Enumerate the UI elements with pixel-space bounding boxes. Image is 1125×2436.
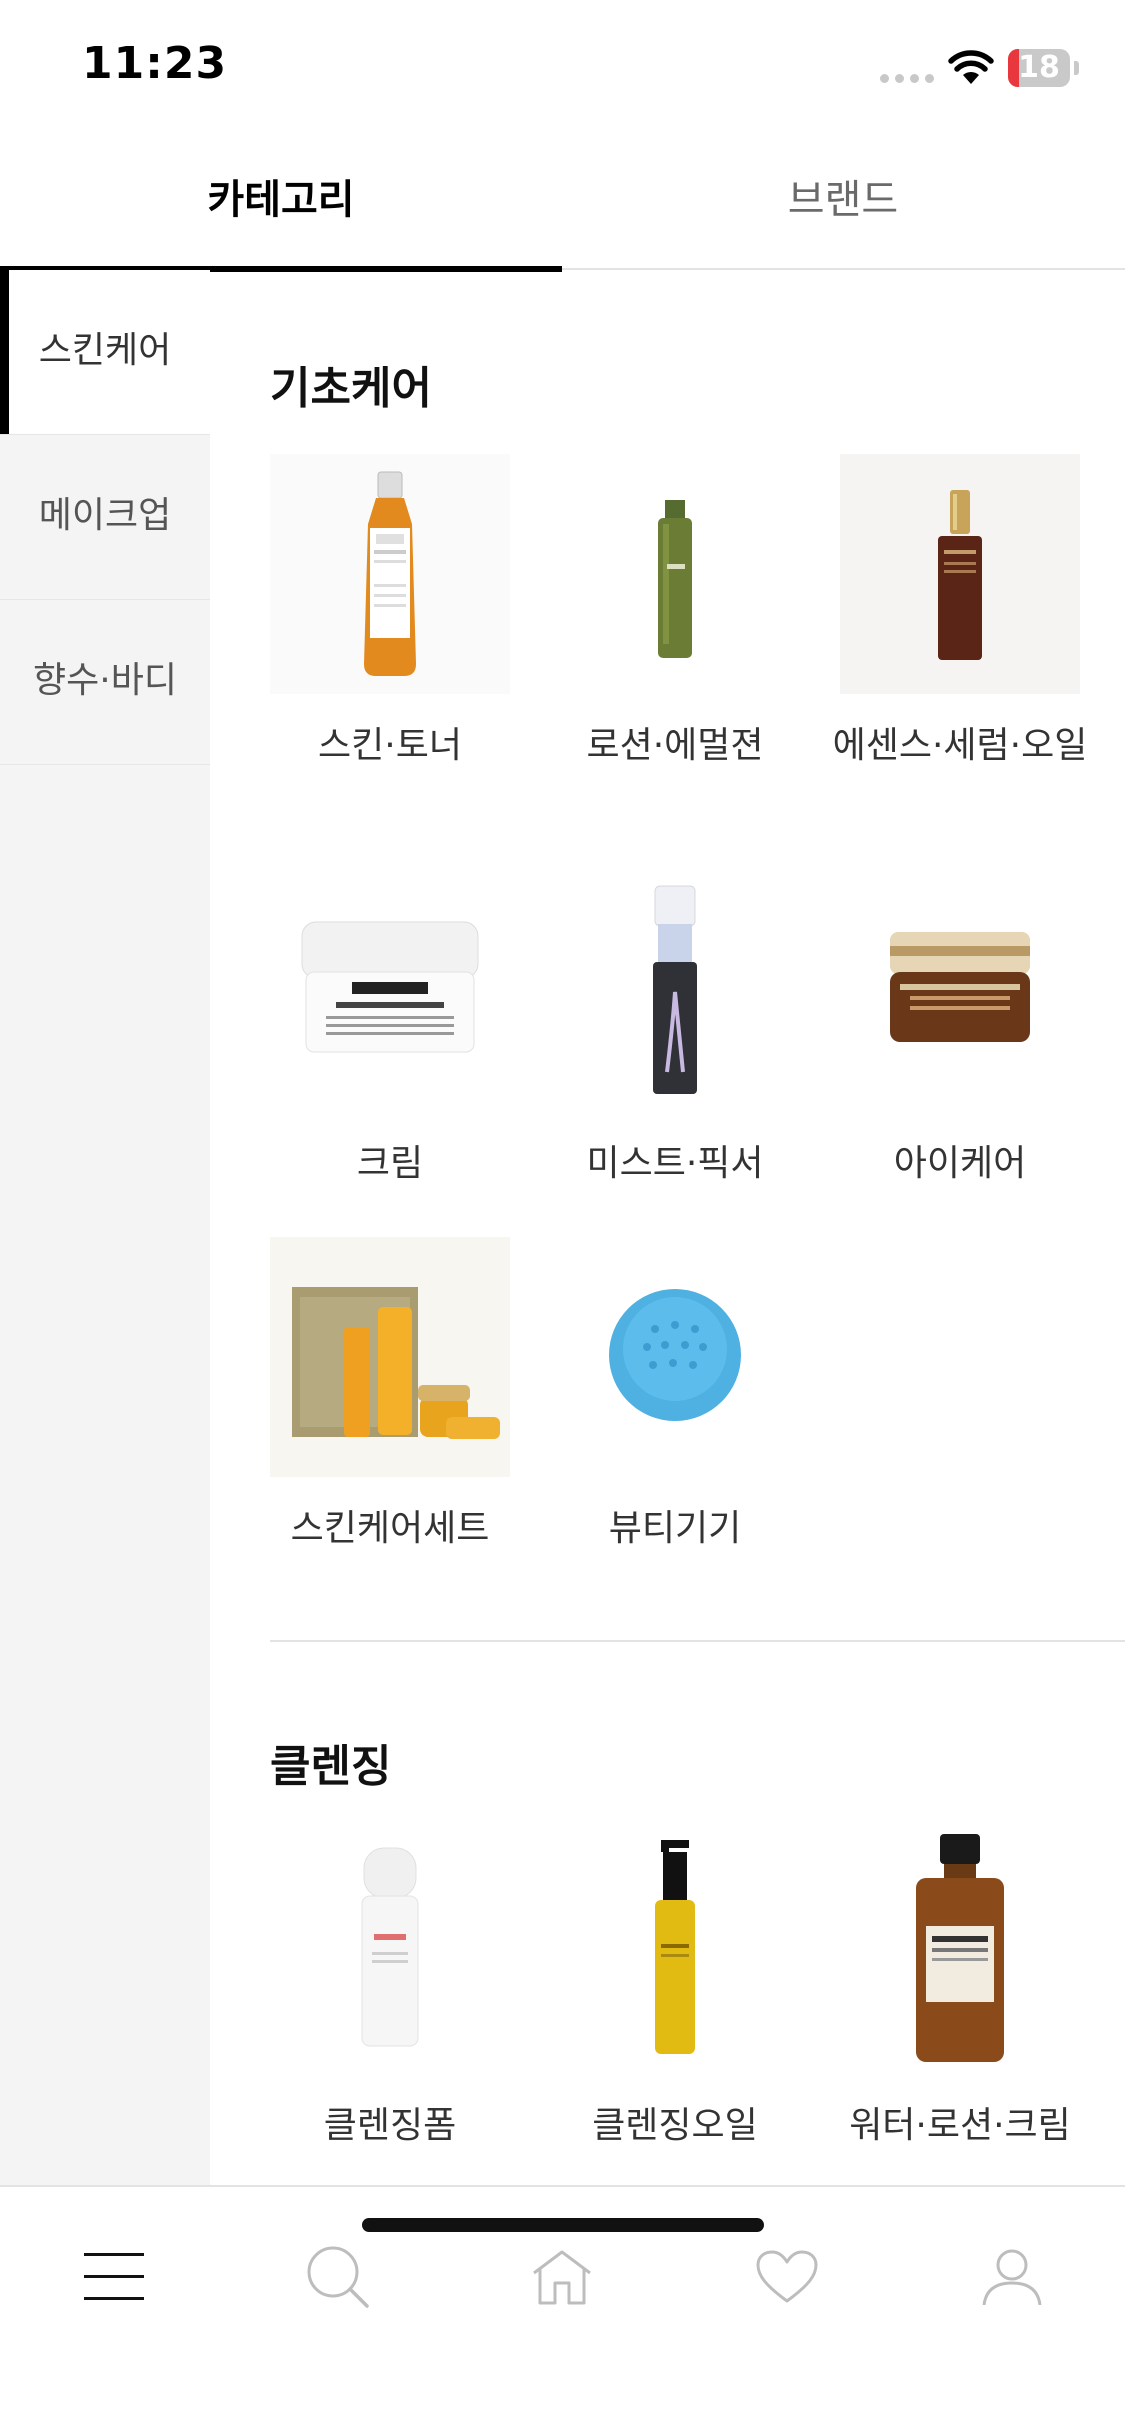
sidebar-item-perfume-body[interactable]: 향수·바디 [0, 600, 210, 765]
serum-bottle-image [840, 454, 1080, 694]
sidebar-item-skincare[interactable]: 스킨케어 [0, 270, 210, 435]
tab-category[interactable]: 카테고리 [0, 135, 562, 272]
category-label: 로션·에멀젼 [586, 725, 764, 766]
person-icon [982, 2249, 1042, 2306]
category-item-lotion[interactable]: 로션·에멀젼 [535, 454, 815, 774]
category-label: 클렌징오일 [592, 2105, 758, 2146]
status-time: 11:23 [82, 38, 228, 89]
heart-icon [756, 2250, 818, 2303]
category-content: 기초케어 스킨·토너 로션·에멀젼 에센스·세럼·오일 크림 미스트·픽서 아이… [210, 272, 1125, 2185]
nav-menu-button[interactable] [64, 2227, 164, 2327]
cellular-signal-icon [880, 74, 934, 83]
battery-icon: 18 [1008, 49, 1070, 87]
mist-spray-image [555, 872, 795, 1112]
beauty-device-image [555, 1237, 795, 1477]
nav-wishlist-button[interactable] [737, 2227, 837, 2327]
category-item-essence[interactable]: 에센스·세럼·오일 [820, 454, 1100, 774]
nav-home-button[interactable] [512, 2227, 612, 2327]
lotion-bottle-image [555, 454, 795, 694]
eye-cream-jar-image [840, 872, 1080, 1112]
category-label: 에센스·세럼·오일 [832, 725, 1088, 766]
skincare-set-image [270, 1237, 510, 1477]
cream-jar-image [270, 872, 510, 1112]
category-label: 스킨케어세트 [290, 1508, 490, 1549]
category-item-cream[interactable]: 크림 [250, 872, 530, 1192]
wifi-icon [948, 50, 994, 84]
cleansing-water-image [840, 1834, 1080, 2074]
home-icon [533, 2250, 591, 2305]
battery-cap [1074, 61, 1079, 75]
category-label: 미스트·픽서 [586, 1143, 764, 1184]
cleansing-foam-image [270, 1834, 510, 2074]
category-label: 크림 [356, 1143, 424, 1184]
tab-brand[interactable]: 브랜드 [562, 135, 1124, 270]
category-label: 뷰티기기 [608, 1508, 742, 1549]
hamburger-menu-icon [84, 2253, 144, 2300]
category-item-cleansing-foam[interactable]: 클렌징폼 [250, 1834, 530, 2154]
category-label: 스킨·토너 [318, 725, 462, 766]
status-bar: 11:23 18 [0, 0, 1125, 135]
home-indicator[interactable] [362, 2218, 764, 2232]
category-label: 아이케어 [893, 1143, 1027, 1184]
category-sidebar: 스킨케어 메이크업 향수·바디 [0, 270, 210, 2185]
category-label: 클렌징폼 [323, 2105, 457, 2146]
section-title-basic-care: 기초케어 [270, 363, 432, 414]
section-title-cleansing: 클렌징 [270, 1741, 392, 1792]
category-item-beauty-device[interactable]: 뷰티기기 [535, 1237, 815, 1557]
category-item-toner[interactable]: 스킨·토너 [250, 454, 530, 774]
category-item-cleansing-water[interactable]: 워터·로션·크림 [820, 1834, 1100, 2154]
nav-search-button[interactable] [288, 2227, 388, 2327]
search-icon [307, 2246, 369, 2308]
top-tabs: 카테고리 브랜드 [0, 135, 1125, 272]
category-item-mist[interactable]: 미스트·픽서 [535, 872, 815, 1192]
cleansing-oil-image [555, 1834, 795, 2074]
category-label: 워터·로션·크림 [849, 2105, 1071, 2146]
category-item-skincare-set[interactable]: 스킨케어세트 [250, 1237, 530, 1557]
sidebar-item-makeup[interactable]: 메이크업 [0, 435, 210, 600]
toner-bottle-image [270, 454, 510, 694]
section-divider [270, 1640, 1125, 1642]
category-item-cleansing-oil[interactable]: 클렌징오일 [535, 1834, 815, 2154]
category-item-eye-care[interactable]: 아이케어 [820, 872, 1100, 1192]
nav-my-page-button[interactable] [962, 2227, 1062, 2327]
battery-level: 18 [1018, 50, 1060, 85]
